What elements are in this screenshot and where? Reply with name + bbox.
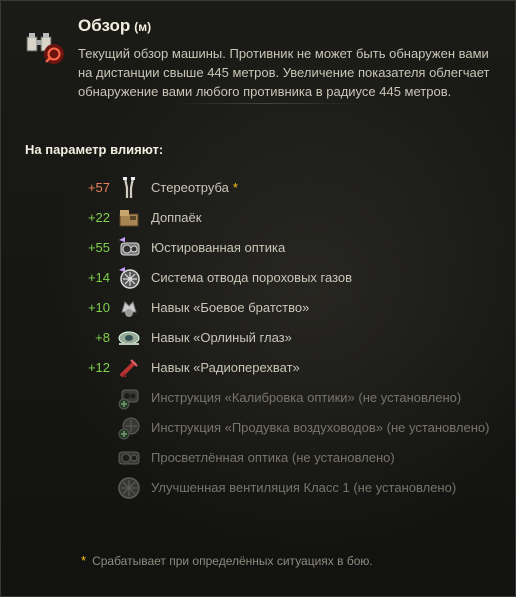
item-name: Навык «Орлиный глаз» (151, 330, 292, 345)
list-item: Улучшенная вентиляция Класс 1 (не устано… (1, 473, 515, 503)
affecting-params-heading: На параметр влияют: (25, 142, 164, 157)
footnote: * Срабатывает при определённых ситуациях … (81, 553, 373, 568)
list-item: +22 Доппаёк (1, 203, 515, 233)
footnote-star-icon: * (81, 553, 87, 568)
view-range-tooltip: Обзор (м) Текущий обзор машины. Противник… (0, 0, 516, 597)
tooltip-description: Текущий обзор машины. Противник не может… (78, 46, 490, 99)
title-text: Обзор (78, 16, 131, 35)
tooltip-header: Обзор (м) Текущий обзор машины. Противник… (1, 1, 515, 111)
binoculars-view-range-icon (21, 27, 69, 67)
item-name-text: Просветлённая оптика (не установлено) (151, 450, 395, 465)
list-item: Просветлённая оптика (не установлено) (1, 443, 515, 473)
header-divider (171, 103, 361, 104)
item-name-text: Юстированная оптика (151, 240, 286, 255)
item-name: Улучшенная вентиляция Класс 1 (не устано… (151, 480, 456, 495)
item-name-text: Инструкция «Калибровка оптики» (не устан… (151, 390, 462, 405)
tooltip-title: Обзор (м) (78, 16, 151, 36)
item-name-text: Стереотруба (151, 180, 229, 195)
item-bonus-value: +55 (87, 240, 110, 255)
stereoscope-icon (117, 176, 141, 200)
item-name-text: Система отвода пороховых газов (151, 270, 353, 285)
item-name-text: Навык «Радиоперехват» (151, 360, 300, 375)
item-bonus-value: +12 (87, 360, 110, 375)
coated-optics-icon (117, 446, 141, 470)
calibrated-optics-icon (117, 236, 141, 260)
brothers-in-arms-icon (117, 296, 141, 320)
item-bonus-value: +22 (87, 210, 110, 225)
item-bonus-value: +8 (95, 330, 110, 345)
item-name: Стереотруба * (151, 180, 238, 195)
optics-calibration-directive-icon (117, 386, 141, 410)
item-name: Доппаёк (151, 210, 201, 225)
situational-star-icon: * (232, 180, 238, 195)
item-name: Навык «Боевое братство» (151, 300, 309, 315)
item-name: Система отвода пороховых газов (151, 270, 352, 285)
eagle-eye-icon (117, 326, 141, 350)
list-item: Инструкция «Продувка воздуховодов» (не у… (1, 413, 515, 443)
bore-evacuator-icon (117, 266, 141, 290)
item-bonus-value: +14 (87, 270, 110, 285)
item-bonus-value: +57 (87, 180, 110, 195)
item-name: Просветлённая оптика (не установлено) (151, 450, 395, 465)
extra-ration-icon (117, 206, 141, 230)
item-name: Инструкция «Продувка воздуховодов» (не у… (151, 420, 489, 435)
item-name-text: Навык «Боевое братство» (151, 300, 310, 315)
list-item: +57 Стереотруба * (1, 173, 515, 203)
item-name: Юстированная оптика (151, 240, 285, 255)
item-name: Инструкция «Калибровка оптики» (не устан… (151, 390, 461, 405)
item-name: Навык «Радиоперехват» (151, 360, 300, 375)
radio-intercept-icon (117, 356, 141, 380)
list-item: +10 Навык «Боевое братство» (1, 293, 515, 323)
item-name-text: Доппаёк (151, 210, 202, 225)
item-name-text: Инструкция «Продувка воздуховодов» (не у… (151, 420, 490, 435)
list-item: +8 Навык «Орлиный глаз» (1, 323, 515, 353)
item-name-text: Улучшенная вентиляция Класс 1 (не устано… (151, 480, 457, 495)
list-item: +12 Навык «Радиоперехват» (1, 353, 515, 383)
duct-purge-directive-icon (117, 416, 141, 440)
list-item: +14 Система отвода пороховых газов (1, 263, 515, 293)
item-bonus-value: +10 (87, 300, 110, 315)
list-item: Инструкция «Калибровка оптики» (не устан… (1, 383, 515, 413)
improved-ventilation-icon (117, 476, 141, 500)
footnote-text: Срабатывает при определённых ситуациях в… (92, 554, 373, 568)
item-name-text: Навык «Орлиный глаз» (151, 330, 292, 345)
list-item: +55 Юстированная оптика (1, 233, 515, 263)
title-unit: (м) (134, 20, 152, 34)
